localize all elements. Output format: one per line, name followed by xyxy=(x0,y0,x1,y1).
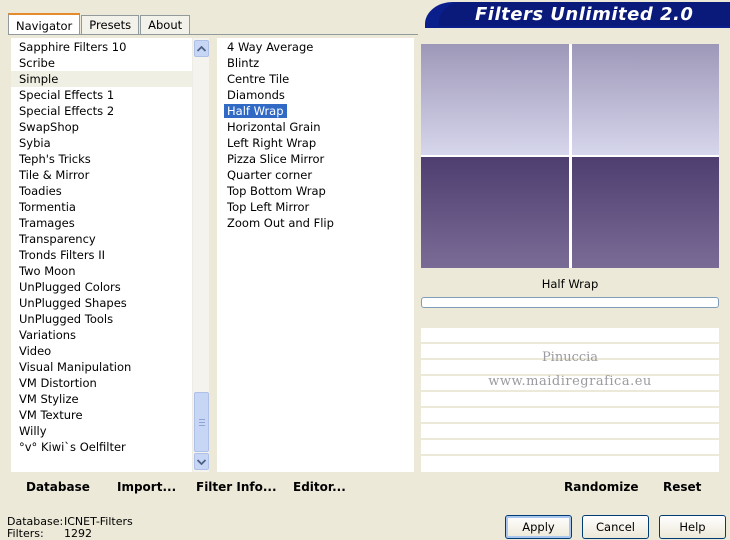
category-item[interactable]: Variations xyxy=(11,327,192,343)
parameter-row xyxy=(421,328,719,344)
tab-about[interactable]: About xyxy=(140,15,191,34)
category-item[interactable]: Scribe xyxy=(11,55,192,71)
category-scrollbar[interactable] xyxy=(192,38,209,472)
filter-item[interactable]: Centre Tile xyxy=(217,71,414,87)
parameter-row xyxy=(421,424,719,440)
filter-list[interactable]: 4 Way Average Blintz Centre Tile Diamonds Ha… xyxy=(217,38,414,472)
category-item[interactable]: Two Moon xyxy=(11,263,192,279)
category-item[interactable]: Tronds Filters II xyxy=(11,247,192,263)
category-item[interactable]: Teph's Tricks xyxy=(11,151,192,167)
filter-item[interactable]: Horizontal Grain xyxy=(217,119,414,135)
category-item[interactable]: Tormentia xyxy=(11,199,192,215)
category-item[interactable]: Special Effects 2 xyxy=(11,103,192,119)
category-item[interactable]: Transparency xyxy=(11,231,192,247)
category-item[interactable]: °v° Kiwi`s Oelfilter xyxy=(11,439,192,455)
filter-item-label: 4 Way Average xyxy=(227,40,314,54)
category-item[interactable]: UnPlugged Colors xyxy=(11,279,192,295)
tab-presets[interactable]: Presets xyxy=(81,15,140,34)
randomize-button[interactable]: Randomize xyxy=(564,480,638,494)
filter-items: 4 Way Average Blintz Centre Tile Diamonds Ha… xyxy=(217,38,414,231)
current-filter-name: Half Wrap xyxy=(541,277,599,291)
app-title: Filters Unlimited 2.0 xyxy=(475,3,694,25)
filter-item-label: Zoom Out and Flip xyxy=(227,216,334,230)
category-item[interactable]: Visual Manipulation xyxy=(11,359,192,375)
category-item[interactable]: Simple xyxy=(11,71,192,87)
filter-item-label: Diamonds xyxy=(227,88,285,102)
filter-item-label: Blintz xyxy=(227,56,260,70)
filter-item-label: Quarter corner xyxy=(227,168,313,182)
tab-divider xyxy=(8,34,418,35)
filter-item[interactable]: Diamonds xyxy=(217,87,414,103)
progress-bar xyxy=(421,297,719,308)
preview-actions: Randomize Reset xyxy=(421,475,719,499)
parameter-row xyxy=(421,392,719,408)
category-item[interactable]: Video xyxy=(11,343,192,359)
category-item[interactable]: Willy xyxy=(11,423,192,439)
filter-item[interactable]: Half Wrap xyxy=(217,103,414,119)
scroll-down-button[interactable] xyxy=(194,453,209,470)
scroll-up-button[interactable] xyxy=(194,40,209,57)
category-item[interactable]: SwapShop xyxy=(11,119,192,135)
category-list[interactable]: Sapphire Filters 10 Scribe Simple Special E… xyxy=(11,38,209,472)
category-item[interactable]: VM Distortion xyxy=(11,375,192,391)
database-button[interactable]: Database xyxy=(26,480,90,494)
chevron-down-icon xyxy=(197,458,206,465)
filters-count-value: 1292 xyxy=(64,527,92,540)
title-banner: Filters Unlimited 2.0 xyxy=(425,2,730,28)
cancel-button[interactable]: Cancel xyxy=(582,515,649,539)
category-item[interactable]: VM Stylize xyxy=(11,391,192,407)
category-item[interactable]: UnPlugged Shapes xyxy=(11,295,192,311)
category-item[interactable]: Toadies xyxy=(11,183,192,199)
parameter-row xyxy=(421,440,719,456)
help-button[interactable]: Help xyxy=(659,515,726,539)
parameter-row xyxy=(421,376,719,392)
filter-item[interactable]: Blintz xyxy=(217,55,414,71)
reset-button[interactable]: Reset xyxy=(663,480,701,494)
status-info: Database: ICNET-Filters Filters: 1292 xyxy=(7,516,133,540)
category-item[interactable]: Special Effects 1 xyxy=(11,87,192,103)
filter-item[interactable]: Left Right Wrap xyxy=(217,135,414,151)
apply-button[interactable]: Apply xyxy=(505,515,572,539)
list-actions: Database Import... Filter Info... Editor… xyxy=(11,475,414,499)
filter-item[interactable]: Top Left Mirror xyxy=(217,199,414,215)
filter-item[interactable]: 4 Way Average xyxy=(217,39,414,55)
tab-strip: Navigator Presets About xyxy=(8,12,191,35)
preview-quadrant-top-right xyxy=(572,44,719,155)
category-items: Sapphire Filters 10 Scribe Simple Special E… xyxy=(11,38,192,472)
preview-image xyxy=(421,44,719,268)
parameter-row xyxy=(421,344,719,360)
filter-item-label: Top Bottom Wrap xyxy=(227,184,326,198)
filter-item-label: Centre Tile xyxy=(227,72,290,86)
filter-item-label: Left Right Wrap xyxy=(227,136,317,150)
chevron-up-icon xyxy=(197,45,206,52)
filter-item-label: Half Wrap xyxy=(224,104,287,118)
category-item[interactable]: UnPlugged Tools xyxy=(11,311,192,327)
filters-count-label: Filters: xyxy=(7,527,44,540)
category-item[interactable]: Tile & Mirror xyxy=(11,167,192,183)
filter-info-button[interactable]: Filter Info... xyxy=(196,480,277,494)
preview-quadrant-bottom-right xyxy=(572,157,719,268)
filter-item-label: Pizza Slice Mirror xyxy=(227,152,325,166)
category-item[interactable]: VM Texture xyxy=(11,407,192,423)
filter-item[interactable]: Zoom Out and Flip xyxy=(217,215,414,231)
category-item[interactable]: Sapphire Filters 10 xyxy=(11,39,192,55)
import-button[interactable]: Import... xyxy=(117,480,176,494)
tab-navigator[interactable]: Navigator xyxy=(8,13,81,35)
category-item[interactable]: Sybia xyxy=(11,135,192,151)
filter-item-label: Top Left Mirror xyxy=(227,200,310,214)
filter-item-label: Horizontal Grain xyxy=(227,120,321,134)
parameter-row xyxy=(421,360,719,376)
category-item[interactable]: Tramages xyxy=(11,215,192,231)
parameter-panel: Pinuccia www.maidiregrafica.eu xyxy=(421,328,719,472)
scroll-thumb[interactable] xyxy=(194,392,209,452)
preview-quadrant-bottom-left xyxy=(421,157,569,268)
filter-item[interactable]: Top Bottom Wrap xyxy=(217,183,414,199)
filter-item[interactable]: Quarter corner xyxy=(217,167,414,183)
parameter-row xyxy=(421,408,719,424)
editor-button[interactable]: Editor... xyxy=(293,480,346,494)
filter-item[interactable]: Pizza Slice Mirror xyxy=(217,151,414,167)
grip-icon xyxy=(199,419,205,426)
preview-quadrant-top-left xyxy=(421,44,569,155)
